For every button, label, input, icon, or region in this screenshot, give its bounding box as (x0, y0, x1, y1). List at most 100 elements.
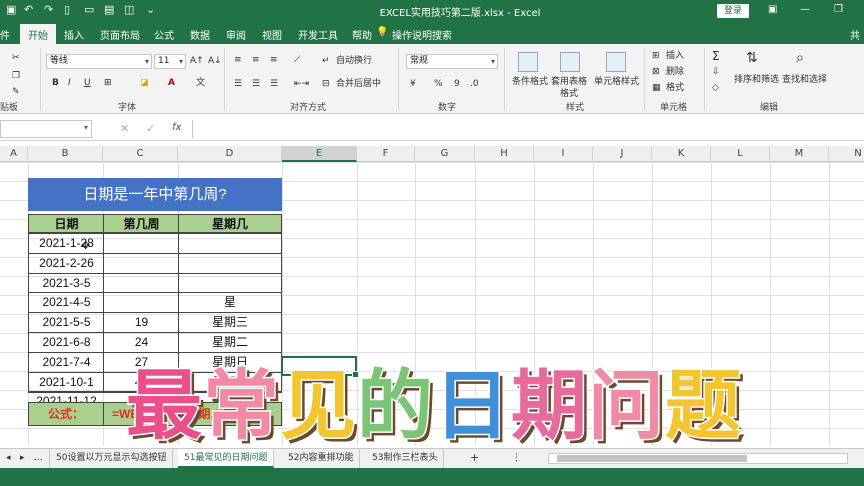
font-size-combo[interactable]: 11 ▾ (154, 54, 186, 69)
table-format-button[interactable]: 套用表格格式 (548, 76, 590, 100)
column-header-B[interactable]: B (28, 146, 103, 162)
cell-weekday[interactable]: 星期三 (179, 313, 281, 331)
align-left-icon[interactable]: ☰ (234, 78, 242, 90)
sheet-tab-more[interactable]: ... (28, 449, 50, 468)
header-week[interactable]: 第几周 (104, 215, 179, 233)
cell-week[interactable]: 24 (104, 333, 179, 351)
tab-help[interactable]: 帮助 (352, 27, 372, 42)
wrap-text-button[interactable]: 自动换行 (336, 55, 372, 67)
border-icon[interactable]: ⊞ (104, 77, 112, 89)
header-date[interactable]: 日期 (29, 215, 104, 233)
add-sheet-button[interactable]: + (464, 449, 485, 468)
comma-button[interactable]: 9 (454, 78, 460, 90)
confirm-entry-icon[interactable]: ✓ (146, 122, 155, 135)
cell-week[interactable]: 19 (104, 313, 179, 331)
name-box[interactable]: ▾ (0, 120, 92, 138)
format-painter-icon[interactable]: ✎ (12, 86, 20, 98)
cell-date[interactable]: 2021-1-28 (29, 234, 104, 252)
formula-input[interactable] (192, 120, 864, 138)
align-top-icon[interactable]: ≡ (234, 54, 242, 66)
find-select-button[interactable]: 查找和选择 (782, 74, 827, 86)
cell-date[interactable]: 2021-10-1 (29, 373, 104, 391)
cut-icon[interactable]: ✂ (12, 52, 20, 64)
spellcheck-icon[interactable]: ◫ (124, 3, 134, 16)
open-folder-icon[interactable]: ▭ (84, 3, 94, 16)
header-weekday[interactable]: 星期几 (179, 215, 281, 233)
align-bottom-icon[interactable]: ≡ (270, 54, 278, 66)
column-header-J[interactable]: J (593, 146, 652, 162)
italic-button[interactable]: I (68, 77, 71, 89)
autosum-icon[interactable]: Σ (712, 50, 720, 62)
cell-area[interactable]: 日期是一年中第几周? 日期 第几周 星期几 2021-1-28 2021-2-26… (0, 162, 864, 446)
clear-icon[interactable]: ◇ (712, 82, 719, 94)
orientation-icon[interactable]: ⟋ (294, 54, 300, 66)
undo-icon[interactable]: ↶ (24, 3, 33, 16)
restore-icon[interactable]: ❐ (834, 4, 843, 15)
column-header-D[interactable]: D (178, 146, 282, 162)
insert-function-button[interactable]: fx (172, 122, 181, 133)
customize-icon[interactable]: ⌄ (146, 3, 155, 16)
sheet-tab-50[interactable]: 50设置以万元显示勾选按钮 (50, 449, 174, 468)
file-tab-edge[interactable]: 件 (0, 27, 10, 42)
tell-me-search[interactable]: 操作说明搜索 (392, 27, 452, 42)
underline-button[interactable]: U (84, 77, 91, 89)
share-button[interactable]: 共 (850, 27, 860, 42)
tab-review[interactable]: 审阅 (226, 27, 246, 42)
cell-date[interactable]: 2021-6-8 (29, 333, 104, 351)
decimal-icon[interactable]: .0 (470, 78, 479, 90)
tab-view[interactable]: 视图 (262, 27, 282, 42)
copy-icon[interactable]: ❐ (12, 70, 20, 82)
column-header-L[interactable]: L (711, 146, 770, 162)
indent-icon[interactable]: ⇤⇥ (294, 78, 309, 90)
align-center-icon[interactable]: ☰ (252, 78, 260, 90)
font-name-combo[interactable]: 等线 ▾ (46, 54, 152, 69)
tab-data[interactable]: 数据 (190, 27, 210, 42)
shrink-font-icon[interactable]: A↓ (208, 55, 222, 67)
column-header-F[interactable]: F (357, 146, 415, 162)
redo-icon[interactable]: ↷ (44, 3, 53, 16)
tab-page-layout[interactable]: 页面布局 (100, 27, 140, 42)
login-button[interactable]: 登录 (717, 4, 749, 18)
fill-color-icon[interactable]: ◪ (140, 77, 149, 89)
column-header-I[interactable]: I (534, 146, 593, 162)
tab-insert[interactable]: 插入 (64, 27, 84, 42)
cell-weekday[interactable]: 星期二 (179, 333, 281, 351)
delete-cells-button[interactable]: 删除 (666, 66, 684, 78)
column-header-K[interactable]: K (652, 146, 711, 162)
horizontal-scrollbar[interactable] (548, 453, 848, 464)
formula-label[interactable]: 公式： (29, 403, 104, 425)
align-middle-icon[interactable]: ≡ (252, 54, 260, 66)
sort-filter-button[interactable]: 排序和筛选 (734, 74, 779, 86)
cell-date[interactable]: 2021-3-5 (29, 274, 104, 292)
column-header-N[interactable]: N (829, 146, 864, 162)
number-format-combo[interactable]: 常规 ▾ (406, 54, 498, 69)
format-cells-button[interactable]: 格式 (666, 82, 684, 94)
ribbon-display-icon[interactable]: ▣ (768, 4, 777, 15)
table-title[interactable]: 日期是一年中第几周? (28, 178, 282, 211)
sheet-tab-53[interactable]: 53制作三栏表头 (366, 449, 445, 468)
cell-date[interactable]: 2021-7-4 (29, 353, 104, 371)
sheet-tab-52[interactable]: 52内容重排功能 (282, 449, 361, 468)
column-header-G[interactable]: G (415, 146, 475, 162)
tab-formulas[interactable]: 公式 (154, 27, 174, 42)
insert-cells-button[interactable]: 插入 (666, 50, 684, 62)
phonetic-icon[interactable]: 文 (196, 77, 205, 89)
font-color-icon[interactable]: A (168, 77, 175, 89)
cell-style-button[interactable]: 单元格样式 (594, 76, 639, 88)
fill-icon[interactable]: ⇩ (712, 66, 720, 78)
tab-developer[interactable]: 开发工具 (298, 27, 338, 42)
column-header-A[interactable]: A (0, 146, 28, 162)
grow-font-icon[interactable]: A↑ (190, 55, 204, 67)
column-header-M[interactable]: M (770, 146, 829, 162)
scrollbar-thumb[interactable] (557, 455, 747, 462)
cell-date[interactable]: 2021-5-5 (29, 313, 104, 331)
cell-date[interactable]: 2021-4-5 (29, 293, 104, 311)
tab-home[interactable]: 开始 (20, 24, 56, 44)
column-header-C[interactable]: C (103, 146, 178, 162)
sheet-tab-51[interactable]: 51最常见的日期问题 (178, 449, 275, 468)
cancel-entry-icon[interactable]: ✕ (120, 122, 129, 135)
cell-date[interactable]: 2021-2-26 (29, 254, 104, 272)
print-preview-icon[interactable]: ▤ (104, 3, 114, 16)
currency-icon[interactable]: ¥ (410, 78, 416, 90)
align-right-icon[interactable]: ☰ (270, 78, 278, 90)
